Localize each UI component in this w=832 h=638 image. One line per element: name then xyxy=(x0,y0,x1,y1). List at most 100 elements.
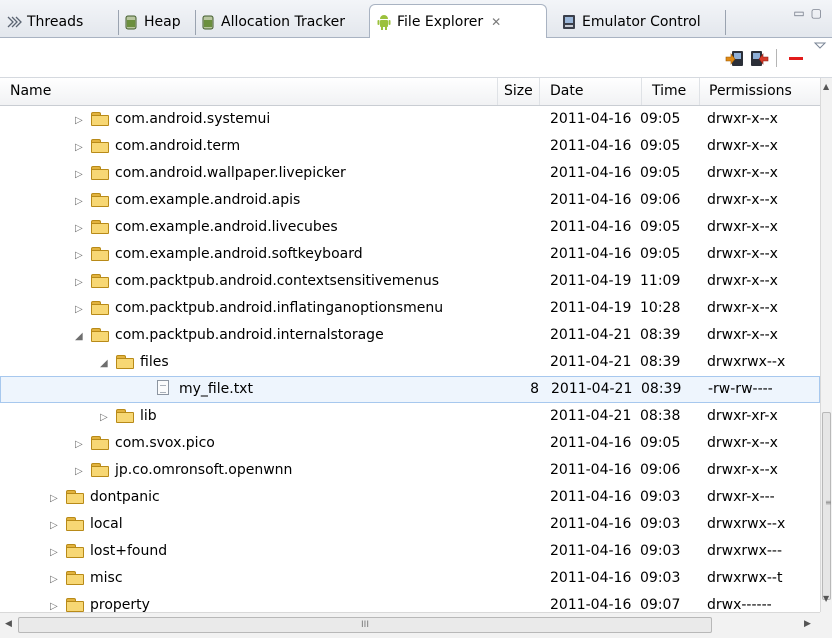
file-name: jp.co.omronsoft.openwnn xyxy=(115,462,293,478)
tab-heap[interactable]: Heap xyxy=(119,6,196,37)
close-tab-icon[interactable]: ✕ xyxy=(491,15,501,29)
folder-row[interactable]: ▷ local 2011-04-16 09:03 drwxrwx--x xyxy=(0,511,820,538)
folder-icon xyxy=(66,490,84,504)
permissions-cell: drwxr-x--- xyxy=(707,489,775,505)
folder-icon xyxy=(91,328,109,342)
time-cell: 09:03 xyxy=(640,516,681,532)
folder-row[interactable]: ▷ com.android.systemui 2011-04-16 09:05 drwx… xyxy=(0,106,820,133)
date-cell: 2011-04-16 xyxy=(550,543,632,559)
delete-icon[interactable] xyxy=(786,48,806,68)
file-explorer-toolbar xyxy=(0,38,832,78)
expand-icon[interactable]: ▷ xyxy=(75,161,85,188)
time-cell: 09:05 xyxy=(640,219,681,235)
name-cell: ▷ lost+found xyxy=(50,538,167,566)
vertical-scrollbar[interactable]: ▲ ≡ ▼ xyxy=(820,78,832,612)
column-header-time[interactable]: Time xyxy=(642,78,700,105)
scroll-left-icon[interactable]: ◀ xyxy=(5,619,12,629)
folder-row[interactable]: ▷ misc 2011-04-16 09:03 drwxrwx--t xyxy=(0,565,820,592)
name-cell: ▷ jp.co.omronsoft.openwnn xyxy=(75,457,292,485)
view-menu-icon[interactable] xyxy=(813,38,827,58)
file-name: com.packtpub.android.internalstorage xyxy=(115,327,384,343)
column-header-permissions[interactable]: Permissions xyxy=(700,78,820,105)
name-cell: ▷ local xyxy=(50,511,123,539)
expand-icon[interactable]: ▷ xyxy=(75,296,85,323)
expand-icon[interactable]: ▷ xyxy=(50,566,60,593)
tab-file-explorer[interactable]: File Explorer ✕ xyxy=(369,4,547,38)
date-cell: 2011-04-19 xyxy=(550,300,632,316)
expand-icon[interactable]: ▷ xyxy=(50,485,60,512)
folder-icon xyxy=(66,517,84,531)
expand-icon[interactable]: ▷ xyxy=(50,512,60,539)
expand-icon[interactable]: ▷ xyxy=(75,269,85,296)
time-cell: 10:28 xyxy=(640,300,681,316)
time-cell: 09:06 xyxy=(640,462,681,478)
file-name: com.example.android.softkeyboard xyxy=(115,246,363,262)
horizontal-scroll-thumb[interactable]: III xyxy=(18,617,712,633)
folder-icon xyxy=(91,436,109,450)
tab-label: File Explorer xyxy=(397,13,484,30)
time-cell: 09:07 xyxy=(640,597,681,612)
date-cell: 2011-04-16 xyxy=(550,597,632,612)
folder-row[interactable]: ▷ com.svox.pico 2011-04-16 09:05 drwxr-x--x xyxy=(0,430,820,457)
tab-allocation-tracker[interactable]: Allocation Tracker xyxy=(196,6,368,37)
folder-row[interactable]: ◢ com.packtpub.android.internalstorage 201… xyxy=(0,322,820,349)
expand-icon[interactable]: ▷ xyxy=(100,404,110,431)
permissions-cell: drwxr-x--x xyxy=(707,300,778,316)
folder-row[interactable]: ◢ files 2011-04-21 08:39 drwxrwx--x xyxy=(0,349,820,376)
time-cell: 08:39 xyxy=(640,354,681,370)
expand-icon[interactable]: ▷ xyxy=(75,458,85,485)
folder-row[interactable]: ▷ dontpanic 2011-04-16 09:03 drwxr-x--- xyxy=(0,484,820,511)
folder-row[interactable]: ▷ com.packtpub.android.contextsensitiveme… xyxy=(0,268,820,295)
minimize-icon[interactable]: ▭ xyxy=(793,6,810,20)
column-header-date[interactable]: Date xyxy=(540,78,642,105)
folder-row[interactable]: ▷ property 2011-04-16 09:07 drwx------ xyxy=(0,592,820,612)
expand-icon[interactable]: ▷ xyxy=(75,431,85,458)
folder-row[interactable]: ▷ lost+found 2011-04-16 09:03 drwxrwx--- xyxy=(0,538,820,565)
expand-icon[interactable]: ▷ xyxy=(50,593,60,612)
tab-threads[interactable]: Threads xyxy=(2,6,119,37)
tab-label: Emulator Control xyxy=(582,13,701,30)
folder-row[interactable]: ▷ lib 2011-04-21 08:38 drwxr-xr-x xyxy=(0,403,820,430)
vertical-scroll-thumb[interactable]: ≡ xyxy=(822,412,832,600)
column-header-size[interactable]: Size xyxy=(498,78,540,105)
folder-icon xyxy=(66,571,84,585)
time-cell: 11:09 xyxy=(640,273,681,289)
expand-icon[interactable]: ▷ xyxy=(75,215,85,242)
push-file-icon[interactable] xyxy=(749,48,769,68)
permissions-cell: drwxr-xr-x xyxy=(707,408,778,424)
folder-row[interactable]: ▷ com.android.wallpaper.livepicker 2011-04… xyxy=(0,160,820,187)
folder-row[interactable]: ▷ com.example.android.apis 2011-04-16 09:06… xyxy=(0,187,820,214)
name-cell: ▷ com.android.wallpaper.livepicker xyxy=(75,160,346,188)
expand-icon[interactable]: ▷ xyxy=(75,188,85,215)
column-header-name[interactable]: Name xyxy=(0,78,498,105)
expand-icon[interactable]: ▷ xyxy=(75,134,85,161)
name-cell: ▷ com.android.term xyxy=(75,133,240,161)
scroll-up-icon[interactable]: ▲ xyxy=(823,82,829,91)
expand-icon[interactable]: ▷ xyxy=(50,539,60,566)
date-cell: 2011-04-16 xyxy=(550,435,632,451)
folder-icon xyxy=(91,112,109,126)
file-name: com.android.wallpaper.livepicker xyxy=(115,165,346,181)
file-name: com.example.android.apis xyxy=(115,192,301,208)
maximize-icon[interactable]: ▢ xyxy=(811,6,828,20)
scroll-right-icon[interactable]: ▶ xyxy=(804,619,811,629)
date-cell: 2011-04-21 xyxy=(551,381,633,397)
scroll-down-icon[interactable]: ▼ xyxy=(823,594,829,603)
name-cell: ▷ com.example.android.livecubes xyxy=(75,214,338,242)
expand-icon[interactable]: ▷ xyxy=(75,242,85,269)
tab-emulator-control[interactable]: Emulator Control xyxy=(553,6,726,37)
file-row[interactable]: my_file.txt 8 2011-04-21 08:39 -rw-rw---- xyxy=(0,376,820,403)
folder-row[interactable]: ▷ com.example.android.livecubes 2011-04-16… xyxy=(0,214,820,241)
scrollbar-corner xyxy=(820,612,832,638)
collapse-icon[interactable]: ◢ xyxy=(100,350,110,377)
time-cell: 09:03 xyxy=(640,570,681,586)
expand-icon[interactable]: ▷ xyxy=(75,107,85,134)
pull-file-icon[interactable] xyxy=(725,48,745,68)
collapse-icon[interactable]: ◢ xyxy=(75,323,85,350)
folder-row[interactable]: ▷ jp.co.omronsoft.openwnn 2011-04-16 09:06 d… xyxy=(0,457,820,484)
date-cell: 2011-04-21 xyxy=(550,408,632,424)
horizontal-scrollbar[interactable]: ◀ III ▶ xyxy=(0,612,820,638)
folder-row[interactable]: ▷ com.packtpub.android.inflatinganoptions… xyxy=(0,295,820,322)
folder-row[interactable]: ▷ com.android.term 2011-04-16 09:05 drwxr-x-… xyxy=(0,133,820,160)
folder-row[interactable]: ▷ com.example.android.softkeyboard 2011-04… xyxy=(0,241,820,268)
